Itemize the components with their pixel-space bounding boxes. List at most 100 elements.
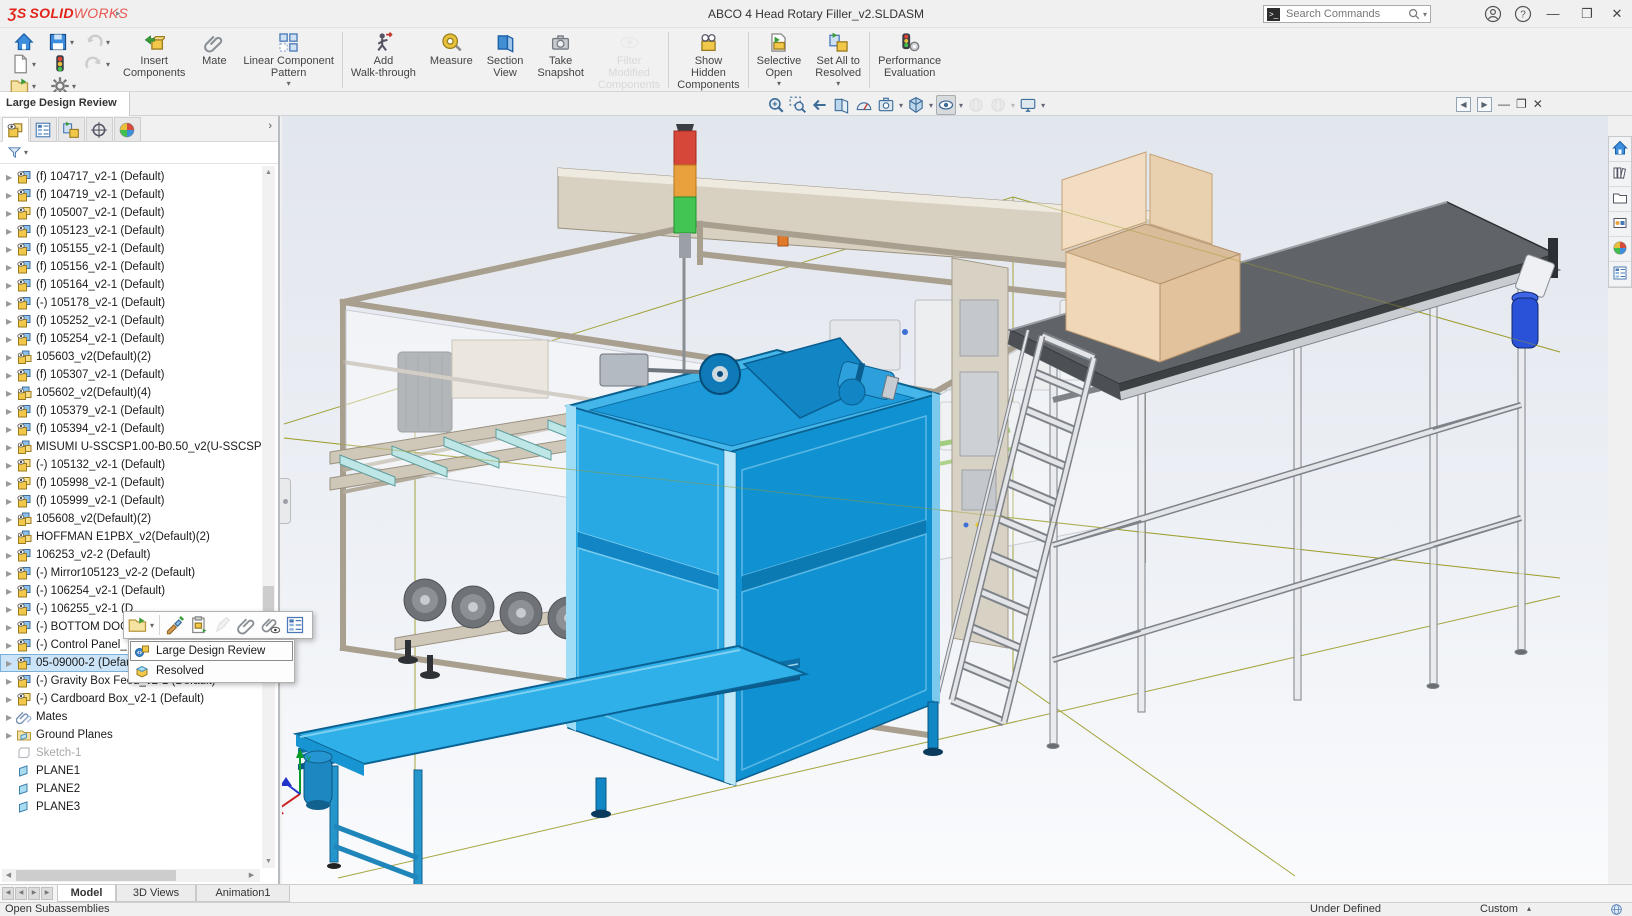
save-button[interactable]: [48, 32, 68, 52]
mate-button[interactable]: [237, 615, 257, 635]
view-mates-button[interactable]: [261, 615, 281, 635]
expand-arrow-icon[interactable]: ▶: [6, 659, 16, 668]
solidworks-resources-tab[interactable]: [1609, 137, 1631, 162]
measure-button[interactable]: Measure: [423, 30, 480, 90]
expand-arrow-icon[interactable]: ▶: [6, 623, 16, 632]
doc-tab-model[interactable]: Model: [57, 885, 116, 902]
tree-scroll-up-icon[interactable]: ▲: [262, 166, 275, 179]
expand-arrow-icon[interactable]: ▶: [6, 479, 16, 488]
display-state-caret-icon[interactable]: ▴: [1527, 904, 1531, 913]
close-button[interactable]: ✕: [1606, 3, 1628, 25]
take-snapshot-button[interactable]: Take Snapshot: [530, 30, 590, 90]
tree-item[interactable]: ▶ (f) 104719_v2-1 (Default): [0, 186, 262, 204]
display-state-selector[interactable]: Custom: [1480, 903, 1518, 916]
display-states-icon[interactable]: [1610, 903, 1623, 916]
tree-item[interactable]: ▶ Mates: [0, 708, 262, 726]
measure-button[interactable]: [854, 95, 874, 115]
tree-item[interactable]: ▶ (f) 105307_v2-1 (Default): [0, 366, 262, 384]
tree-scroll-left-icon[interactable]: ◀: [2, 869, 15, 882]
panel-collapse-handle[interactable]: [280, 478, 291, 524]
expand-arrow-icon[interactable]: ▶: [6, 245, 16, 254]
copy-with-mates-button[interactable]: [189, 615, 209, 635]
view-settings-button[interactable]: [1018, 95, 1038, 115]
filter-funnel-icon[interactable]: [7, 145, 22, 160]
features-tab[interactable]: [2, 117, 29, 142]
expand-arrow-icon[interactable]: ▶: [6, 173, 16, 182]
doc-tab-animation1[interactable]: Animation1: [196, 885, 290, 902]
view-orientation-button-caret-icon[interactable]: ▾: [929, 101, 933, 110]
configuration-manager-tab[interactable]: [58, 117, 85, 142]
previous-tab-button[interactable]: ◀: [15, 887, 27, 900]
linear-component-pattern-button[interactable]: Linear Component Pattern ▾: [236, 30, 341, 90]
expand-arrow-icon[interactable]: ▶: [6, 371, 16, 380]
help-icon[interactable]: ?: [1512, 3, 1534, 25]
large-design-review-item[interactable]: Large Design Review: [130, 641, 293, 661]
viewport-close-button[interactable]: ✕: [1533, 97, 1543, 112]
tree-item[interactable]: ▶ (f) 105254_v2-1 (Default): [0, 330, 262, 348]
expand-arrow-icon[interactable]: ▶: [6, 281, 16, 290]
open-component-button-caret-icon[interactable]: ▾: [150, 621, 154, 630]
selective-open-button-caret-icon[interactable]: ▾: [777, 79, 781, 88]
account-icon[interactable]: [1482, 3, 1504, 25]
expand-arrow-icon[interactable]: ▶: [6, 497, 16, 506]
new-document-button-caret-icon[interactable]: ▾: [32, 60, 36, 69]
search-box[interactable]: >_ ▾: [1263, 5, 1431, 23]
search-input[interactable]: [1284, 7, 1407, 21]
undo-button-caret-icon[interactable]: ▾: [106, 38, 110, 47]
section-view-button[interactable]: [832, 95, 852, 115]
view-settings-button-caret-icon[interactable]: ▾: [1041, 101, 1045, 110]
doc-tab-3d-views[interactable]: 3D Views: [116, 885, 196, 902]
expand-arrow-icon[interactable]: ▶: [6, 551, 16, 560]
tree-item[interactable]: Sketch-1: [0, 744, 262, 762]
expand-arrow-icon[interactable]: ▶: [6, 641, 16, 650]
tree-item[interactable]: ▶ (f) 105998_v2-1 (Default): [0, 474, 262, 492]
tree-item[interactable]: ▶ (f) 105156_v2-1 (Default): [0, 258, 262, 276]
expand-arrow-icon[interactable]: ▶: [6, 677, 16, 686]
tree-item[interactable]: ▶ 105608_v2(Default)(2): [0, 510, 262, 528]
view-palette-tab[interactable]: [1609, 212, 1631, 237]
expand-arrow-icon[interactable]: ▶: [6, 335, 16, 344]
expand-arrow-icon[interactable]: ▶: [6, 317, 16, 326]
mate-button[interactable]: Mate: [192, 30, 236, 90]
resolved-item[interactable]: Resolved: [130, 661, 293, 681]
previous-view-button[interactable]: [810, 95, 830, 115]
tree-item[interactable]: ▶ (f) 105394_v2-1 (Default): [0, 420, 262, 438]
tree-item[interactable]: ▶ 106253_v2-2 (Default): [0, 546, 262, 564]
expand-arrow-icon[interactable]: ▶: [6, 227, 16, 236]
tree-scroll-down-icon[interactable]: ▼: [262, 855, 275, 868]
tree-item[interactable]: ▶ (-) Mirror105123_v2-2 (Default): [0, 564, 262, 582]
selective-open-button[interactable]: Selective Open ▾: [750, 30, 809, 90]
expand-arrow-icon[interactable]: ▶: [6, 263, 16, 272]
tree-item[interactable]: ▶ (f) 105007_v2-1 (Default): [0, 204, 262, 222]
expand-arrow-icon[interactable]: ▶: [6, 299, 16, 308]
tree-item[interactable]: ▶ (-) 105178_v2-1 (Default): [0, 294, 262, 312]
options-button-caret-icon[interactable]: ▾: [72, 82, 76, 91]
expand-arrow-icon[interactable]: ▶: [6, 407, 16, 416]
section-view-button[interactable]: Section View: [480, 30, 531, 90]
tree-item[interactable]: ▶ (-) 105132_v2-1 (Default): [0, 456, 262, 474]
expand-arrow-icon[interactable]: ▶: [6, 569, 16, 578]
tree-item[interactable]: ▶ Ground Planes: [0, 726, 262, 744]
hide-show-items-button[interactable]: [936, 95, 957, 115]
expand-arrow-icon[interactable]: ▶: [6, 461, 16, 470]
viewport-previous-button[interactable]: ◀: [1456, 97, 1471, 112]
tree-hscroll-thumb[interactable]: [16, 870, 176, 881]
expand-arrow-icon[interactable]: ▶: [6, 587, 16, 596]
status-light-button[interactable]: [50, 54, 70, 74]
tree-item[interactable]: PLANE1: [0, 762, 262, 780]
expand-arrow-icon[interactable]: ▶: [6, 209, 16, 218]
linear-component-pattern-button-caret-icon[interactable]: ▾: [287, 79, 291, 88]
expand-arrow-icon[interactable]: ▶: [6, 191, 16, 200]
tree-vscrollbar[interactable]: [262, 166, 275, 868]
viewport-minimize-button[interactable]: —: [1498, 97, 1510, 112]
expand-arrow-icon[interactable]: ▶: [6, 695, 16, 704]
expand-arrow-icon[interactable]: ▶: [6, 389, 16, 398]
set-resolved-brush-button[interactable]: [165, 615, 185, 635]
open-button-caret-icon[interactable]: ▾: [32, 82, 36, 91]
zoom-to-fit-button[interactable]: [766, 95, 786, 115]
show-hidden-components-button[interactable]: Show Hidden Components: [670, 30, 746, 91]
redo-button-caret-icon[interactable]: ▾: [106, 60, 110, 69]
tree-item[interactable]: ▶ 105602_v2(Default)(4): [0, 384, 262, 402]
tree-scroll-right-icon[interactable]: ▶: [245, 869, 258, 882]
file-explorer-tab[interactable]: [1609, 187, 1631, 212]
